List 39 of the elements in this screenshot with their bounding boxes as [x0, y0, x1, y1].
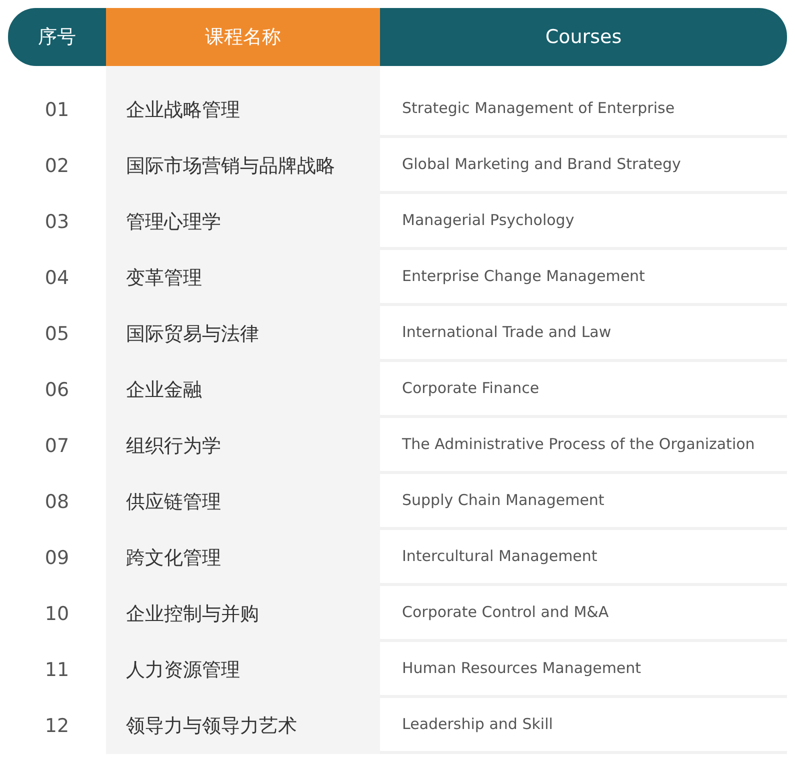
course-name: 供应链管理 [126, 490, 221, 515]
course-name: 组织行为学 [126, 434, 221, 459]
course-name: 企业战略管理 [126, 98, 240, 123]
row-number: 05 [44, 322, 70, 347]
course-title: Leadership and Skill [402, 714, 553, 736]
course-title: Strategic Management of Enterprise [402, 98, 675, 120]
course-title: The Administrative Process of the Organization [402, 434, 755, 456]
row-number: 03 [44, 210, 70, 235]
row-number: 02 [44, 154, 70, 179]
course-title: International Trade and Law [402, 322, 612, 344]
row-number: 11 [44, 658, 70, 683]
course-title: Enterprise Change Management [402, 266, 645, 288]
row-number: 07 [44, 434, 70, 459]
course-name: 企业金融 [126, 378, 202, 403]
course-title: Global Marketing and Brand Strategy [402, 154, 681, 176]
course-name: 国际贸易与法律 [126, 322, 259, 347]
row-number: 08 [44, 490, 70, 515]
course-name: 人力资源管理 [126, 658, 240, 683]
column-header: 课程名称 [106, 8, 380, 66]
course-title: Supply Chain Management [402, 490, 604, 512]
course-title: Managerial Psychology [402, 210, 574, 232]
course-name: 国际市场营销与品牌战略 [126, 154, 335, 179]
row-number: 12 [44, 714, 70, 739]
course-title: Intercultural Management [402, 546, 598, 568]
column-header: Courses [380, 8, 787, 66]
course-name: 企业控制与并购 [126, 602, 259, 627]
course-name: 管理心理学 [126, 210, 221, 235]
row-number: 09 [44, 546, 70, 571]
row-number: 10 [44, 602, 70, 627]
course-title: Corporate Finance [402, 378, 540, 400]
row-number: 01 [44, 98, 70, 123]
row-number: 04 [44, 266, 70, 291]
course-name: 跨文化管理 [126, 546, 221, 571]
course-title: Corporate Control and M&A [402, 602, 609, 624]
course-name: 领导力与领导力艺术 [126, 714, 297, 739]
course-title: Human Resources Management [402, 658, 642, 680]
course-name: 变革管理 [126, 266, 202, 291]
column-header: 序号 [8, 8, 106, 66]
row-number: 06 [44, 378, 70, 403]
